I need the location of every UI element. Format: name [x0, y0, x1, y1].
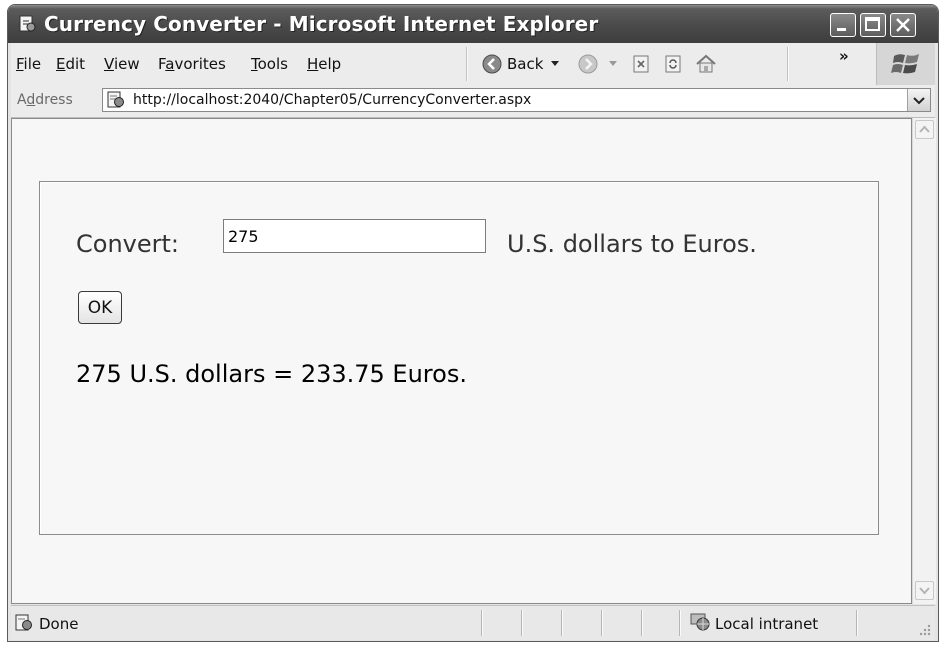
address-url[interactable]: http://localhost:2040/Chapter05/Currency…	[133, 92, 531, 108]
back-arrow-icon[interactable]	[481, 53, 503, 75]
address-dropdown-button[interactable]	[907, 89, 930, 111]
toolbar-separator-2	[787, 47, 789, 81]
forward-arrow-icon[interactable]	[577, 53, 599, 75]
chevron-up-icon	[919, 125, 930, 133]
scroll-down-button[interactable]	[915, 581, 934, 600]
menu-view[interactable]: View	[104, 55, 140, 73]
windows-logo-icon	[891, 54, 919, 74]
status-pane-divider	[679, 610, 681, 636]
ok-button[interactable]: OK	[78, 291, 122, 324]
menu-file[interactable]: File	[16, 55, 41, 73]
ie-page-icon	[107, 91, 124, 108]
vertical-scrollbar[interactable]	[912, 118, 936, 604]
page-viewport: Convert: U.S. dollars to Euros. OK 275 U…	[11, 118, 912, 604]
toolbar-chevron[interactable]: »	[839, 47, 849, 65]
menu-toolbar: File Edit View Favorites Tools Help Back	[11, 43, 935, 86]
status-pane-divider	[561, 610, 563, 636]
local-intranet-icon	[690, 613, 710, 631]
address-field[interactable]: http://localhost:2040/Chapter05/Currency…	[102, 88, 931, 112]
converter-panel: Convert: U.S. dollars to Euros. OK 275 U…	[39, 181, 879, 535]
throbber	[876, 43, 935, 85]
menu-tools[interactable]: Tools	[251, 55, 288, 73]
status-pane-divider	[856, 610, 858, 636]
menu-favorites[interactable]: Favorites	[158, 55, 226, 73]
status-bar: Done Local intranet	[11, 605, 935, 640]
home-icon[interactable]	[694, 53, 718, 75]
address-bar: Address http://localhost:2040/Chapter05/…	[11, 85, 935, 118]
window-title: Currency Converter - Microsoft Internet …	[44, 12, 599, 36]
maximize-button[interactable]	[860, 13, 886, 37]
menu-help[interactable]: Help	[307, 55, 341, 73]
ie-page-icon	[19, 15, 36, 32]
toolbar-separator	[466, 47, 468, 81]
chevron-down-icon	[913, 97, 925, 105]
status-pane-divider	[601, 610, 603, 636]
close-button[interactable]	[890, 13, 916, 37]
status-pane-divider	[481, 610, 483, 636]
menu-edit[interactable]: Edit	[56, 55, 85, 73]
maximize-icon	[865, 17, 880, 31]
stop-icon[interactable]	[631, 53, 651, 75]
browser-window: Currency Converter - Microsoft Internet …	[7, 4, 939, 642]
forward-dropdown-icon[interactable]	[609, 61, 617, 67]
refresh-icon[interactable]	[663, 53, 683, 75]
minimize-button[interactable]	[830, 13, 856, 37]
close-icon	[896, 18, 910, 32]
status-text: Done	[39, 615, 79, 633]
ie-page-icon	[15, 614, 32, 631]
resize-grip-icon[interactable]	[918, 623, 932, 637]
status-pane-divider	[521, 610, 523, 636]
status-pane-divider	[641, 610, 643, 636]
chevron-down-icon	[919, 587, 930, 595]
scroll-up-button[interactable]	[915, 120, 934, 139]
title-bar[interactable]: Currency Converter - Microsoft Internet …	[8, 5, 938, 43]
security-zone-text: Local intranet	[715, 615, 819, 633]
minimize-icon	[837, 28, 846, 31]
back-dropdown-icon[interactable]	[551, 61, 559, 67]
currency-suffix-label: U.S. dollars to Euros.	[507, 230, 757, 258]
convert-label: Convert:	[76, 230, 179, 258]
conversion-result: 275 U.S. dollars = 233.75 Euros.	[76, 360, 467, 388]
amount-input[interactable]	[223, 219, 486, 253]
address-label: Address	[17, 92, 73, 108]
back-label[interactable]: Back	[507, 55, 543, 73]
